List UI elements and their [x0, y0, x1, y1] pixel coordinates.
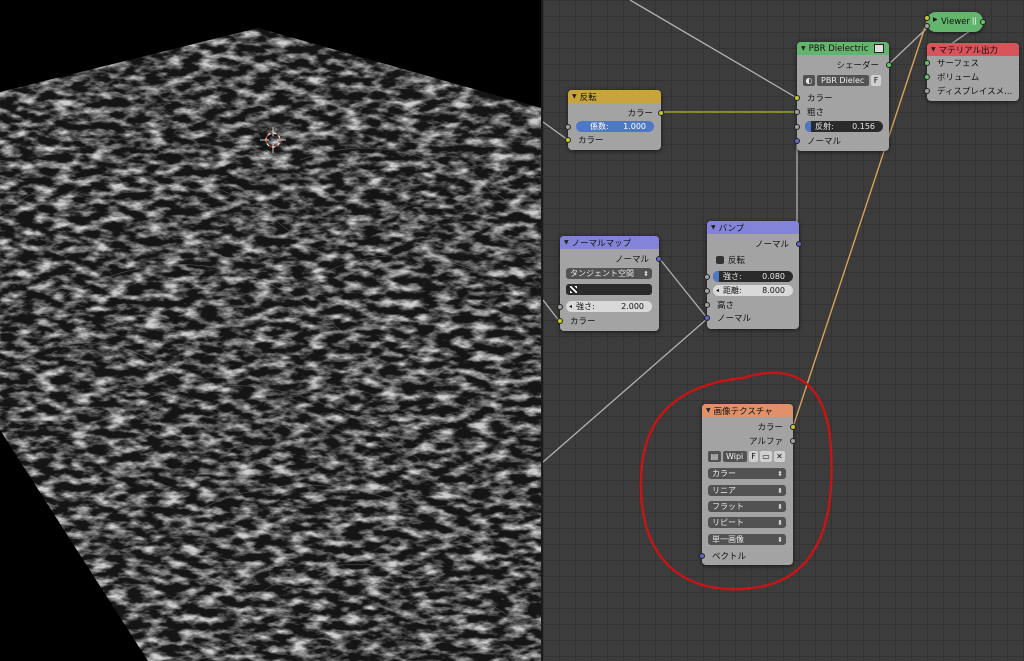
output-normal: ノーマル	[614, 255, 649, 265]
output-color: カラー	[627, 109, 653, 119]
node-title: バンプ	[718, 223, 745, 234]
hide-sockets-icon[interactable]: ||	[972, 17, 977, 25]
image-texture-header[interactable]: ▼ 画像テクスチャ	[702, 404, 793, 417]
input-vector: ベクトル	[712, 552, 747, 562]
collapse-icon[interactable]: ▼	[564, 239, 569, 246]
pbr-node-header[interactable]: ▼ PBR Dielectric	[797, 42, 889, 55]
image-name-field[interactable]: Wipi	[723, 451, 747, 462]
socket-output-shader[interactable]	[886, 62, 892, 68]
projection-dropdown[interactable]: フラット ⬍	[708, 501, 786, 512]
input-normal: ノーマル	[717, 314, 752, 324]
invert-node-header[interactable]: ▼ 反転	[568, 90, 661, 103]
interpolation-dropdown[interactable]: リニア ⬍	[708, 485, 786, 496]
space-dropdown[interactable]: タンジェント空間 ⬍	[566, 268, 652, 279]
collapse-icon[interactable]: ▼	[711, 224, 716, 231]
socket-output-color[interactable]	[658, 110, 664, 116]
input-surface: サーフェス	[937, 59, 979, 69]
collapse-icon[interactable]: ▼	[931, 46, 936, 53]
input-volume: ボリューム	[937, 73, 980, 83]
input-displacement: ディスプレイスメ...	[937, 87, 1013, 97]
socket-input-color[interactable]	[565, 137, 571, 143]
socket-input-factor[interactable]	[565, 124, 571, 130]
node-title: マテリアル出力	[938, 45, 999, 56]
socket-input-value[interactable]	[924, 23, 930, 29]
output-color: カラー	[757, 423, 783, 433]
viewer-node[interactable]: ▶ Viewer ||	[924, 12, 986, 32]
invert-label: 反転	[728, 256, 746, 266]
input-color: カラー	[807, 94, 833, 104]
node-editor[interactable]: ▼ 反転 カラー 係数: 1.000 カラー ▼ PBR Dielectric …	[543, 0, 1024, 661]
socket-output-alpha[interactable]	[790, 438, 796, 444]
socket-input-strength[interactable]	[557, 304, 563, 310]
input-normal: ノーマル	[807, 137, 842, 147]
color-space-dropdown[interactable]: カラー ⬍	[708, 468, 786, 479]
node-title: ノーマルマップ	[571, 238, 632, 249]
node-title: PBR Dielectric	[808, 43, 869, 54]
node-title: 画像テクスチャ	[713, 406, 773, 417]
node-title: 反転	[579, 92, 597, 103]
fake-user-button[interactable]: F	[871, 75, 881, 86]
socket-input-strength[interactable]	[704, 274, 710, 280]
distance-field[interactable]: ◂ 距離: 8.000	[713, 285, 793, 296]
sphere-icon[interactable]: ◐	[803, 75, 815, 86]
close-icon[interactable]: ✕	[774, 451, 785, 462]
node-title: Viewer	[941, 17, 970, 27]
socket-input-surface[interactable]	[924, 60, 930, 66]
socket-input-color[interactable]	[794, 95, 800, 101]
normal-map-header[interactable]: ▼ ノーマルマップ	[560, 236, 659, 249]
invert-checkbox[interactable]	[716, 256, 724, 264]
material-output-header[interactable]: ▼ マテリアル出力	[927, 43, 1019, 56]
socket-input-roughness[interactable]	[794, 109, 800, 115]
normal-map-node[interactable]: ▼ ノーマルマップ ノーマル タンジェント空間 ⬍ ◂ 強さ: 2.000 カラー	[557, 236, 662, 331]
socket-input-vector[interactable]	[699, 553, 705, 559]
socket-input-reflection[interactable]	[794, 124, 800, 130]
input-color: カラー	[578, 136, 604, 146]
input-roughness: 粗さ	[807, 108, 825, 118]
socket-input-volume[interactable]	[924, 74, 930, 80]
viewport-render	[0, 28, 541, 661]
fake-user-button[interactable]: F	[749, 451, 758, 462]
material-output-node[interactable]: ▼ マテリアル出力 サーフェス ボリューム ディスプレイスメ...	[924, 43, 1019, 101]
reflection-field[interactable]: 反射: 0.156	[805, 121, 883, 132]
3d-viewport[interactable]	[0, 0, 541, 661]
socket-input-normal[interactable]	[794, 138, 800, 144]
extension-dropdown[interactable]: リピート ⬍	[708, 517, 786, 528]
input-color: カラー	[570, 317, 596, 327]
group-name-field[interactable]: PBR Dielec	[817, 75, 869, 86]
collapse-icon[interactable]: ▼	[801, 45, 806, 52]
input-height: 高さ	[717, 301, 735, 311]
socket-input-normal[interactable]	[704, 315, 710, 321]
collapse-icon[interactable]: ▼	[572, 93, 577, 100]
socket-output-normal[interactable]	[796, 241, 802, 247]
bump-node[interactable]: ▼ バンプ ノーマル 反転 強さ: 0.080 ◂ 距離: 8.000 高さ ノ…	[704, 221, 802, 329]
uv-map-field[interactable]	[566, 284, 652, 295]
socket-output-normal[interactable]	[656, 256, 662, 262]
socket-input-displacement[interactable]	[924, 88, 930, 94]
strength-field[interactable]: 強さ: 0.080	[713, 271, 793, 282]
source-dropdown[interactable]: 単一画像 ⬍	[708, 534, 786, 545]
output-normal: ノーマル	[754, 240, 789, 250]
group-icon[interactable]	[874, 44, 884, 53]
invert-node[interactable]: ▼ 反転 カラー 係数: 1.000 カラー	[565, 90, 664, 150]
socket-output-color[interactable]	[790, 424, 796, 430]
image-icon[interactable]: ▤	[708, 451, 721, 462]
pbr-dielectric-node[interactable]: ▼ PBR Dielectric シェーダー ◐ PBR Dielec F カラ…	[794, 42, 892, 151]
strength-field[interactable]: ◂ 強さ: 2.000	[566, 301, 652, 312]
bump-header[interactable]: ▼ バンプ	[707, 221, 799, 234]
collapse-icon[interactable]: ▼	[706, 407, 711, 414]
output-shader: シェーダー	[836, 61, 879, 71]
socket-input-color[interactable]	[924, 15, 930, 21]
socket-input-distance[interactable]	[704, 288, 710, 294]
image-texture-node[interactable]: ▼ 画像テクスチャ カラー アルファ ▤ Wipi F ▭ ✕ カラー ⬍ リニア…	[699, 404, 796, 565]
output-alpha: アルファ	[749, 437, 783, 447]
socket-output[interactable]	[980, 19, 986, 25]
collapse-icon[interactable]: ▶	[933, 16, 938, 23]
socket-input-height[interactable]	[704, 302, 710, 308]
factor-field[interactable]: 係数: 1.000	[576, 121, 654, 132]
socket-input-color[interactable]	[557, 318, 563, 324]
checker-icon	[570, 286, 577, 293]
folder-icon[interactable]: ▭	[760, 451, 772, 462]
